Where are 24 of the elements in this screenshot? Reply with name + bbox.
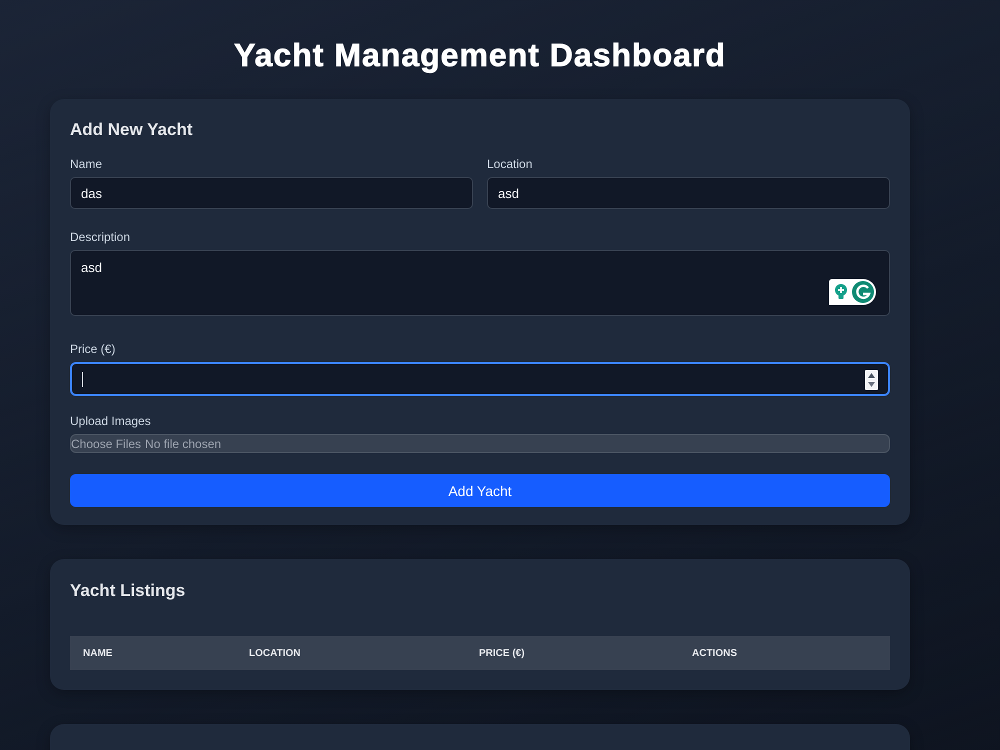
column-header: PRICE (€) [478,648,525,658]
text-field[interactable]: das [70,177,473,209]
text-cursor-icon [82,372,83,386]
description-field[interactable]: asd [70,250,890,316]
field-label: Location [487,157,532,172]
card-title: Yacht Listings [70,580,186,602]
writing-assistant-icon[interactable] [829,279,876,305]
field-label: Name [70,157,102,172]
field-value: asd [81,260,102,275]
column-header: NAME [82,648,112,658]
column-header: LOCATION [248,648,300,658]
column-header: ACTIONS [691,648,737,658]
page-title: Yacht Management Dashboard [234,37,726,74]
field-label: Price (€) [70,342,116,357]
text-field[interactable]: asd [487,177,890,209]
card-title: Add New Yacht [70,119,192,141]
choose-files-button[interactable]: Choose Files [71,436,142,450]
file-status: No file chosen [145,436,222,450]
field-label: Description [70,230,130,245]
add-yacht-button[interactable]: Add Yacht [70,474,890,507]
field-label: Upload Images [70,414,151,429]
file-upload-field[interactable]: Choose Files No file chosen [70,434,890,453]
price-field[interactable] [70,362,890,396]
spinner-icon[interactable] [865,370,878,390]
